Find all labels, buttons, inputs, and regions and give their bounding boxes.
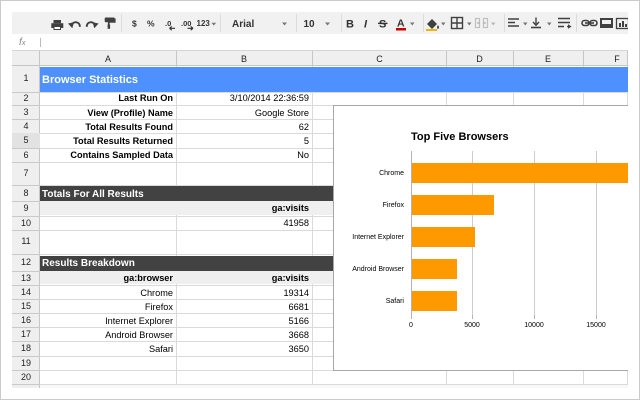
svg-text:.00: .00 xyxy=(181,19,191,28)
svg-text:S: S xyxy=(379,19,386,31)
svg-text:A: A xyxy=(397,18,405,30)
svg-text:Arial: Arial xyxy=(232,19,254,30)
svg-text:%: % xyxy=(147,19,155,29)
svg-text:B: B xyxy=(346,19,354,31)
svg-text:123: 123 xyxy=(197,19,211,28)
svg-text:.0: .0 xyxy=(165,19,171,28)
svg-text:I: I xyxy=(364,19,368,31)
svg-text:10: 10 xyxy=(304,19,316,30)
svg-text:$: $ xyxy=(132,19,137,29)
